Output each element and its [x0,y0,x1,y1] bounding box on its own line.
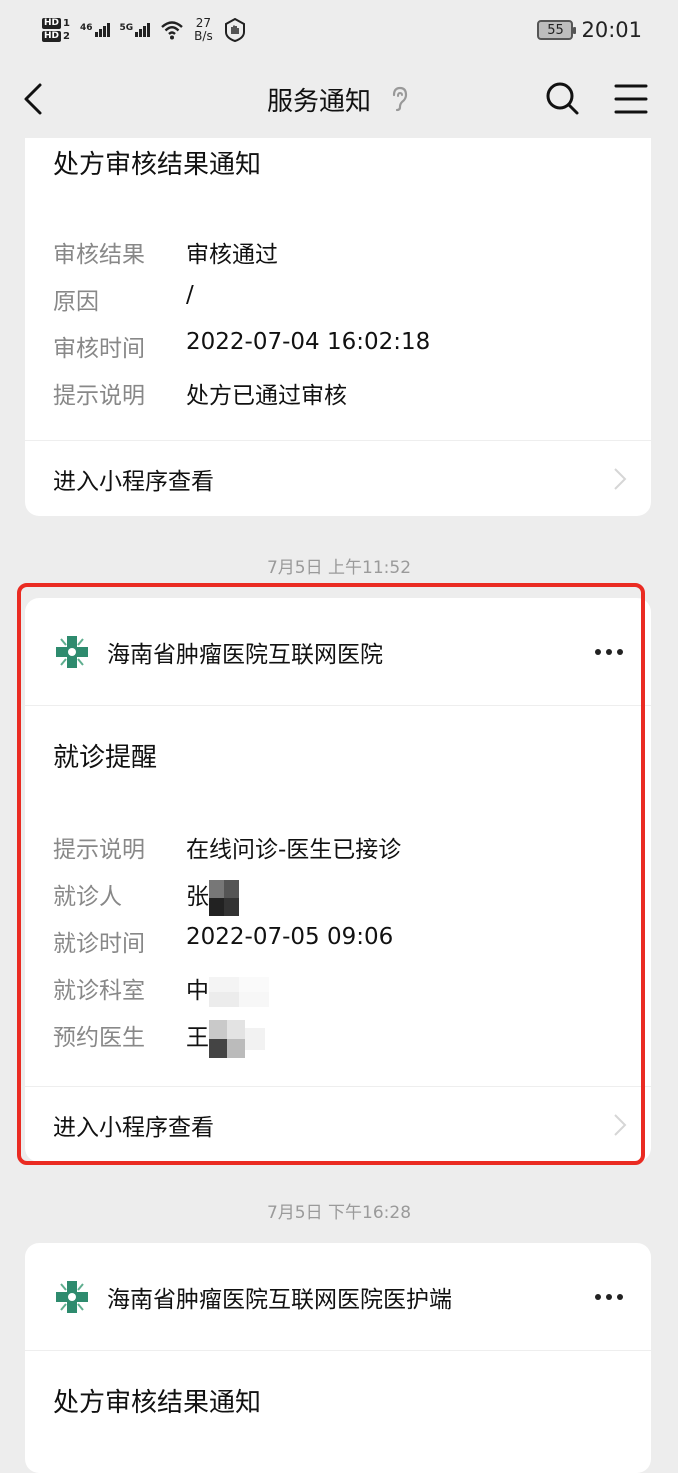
status-left: HD 1 HD 2 46 5G 27 B/s [42,17,247,43]
row-value: 在线问诊-医生已接诊 [186,837,402,863]
detail-row: 提示说明 在线问诊-医生已接诊 [53,830,401,864]
more-options-icon[interactable] [595,648,623,655]
card-title: 处方审核结果通知 [53,150,262,180]
battery-icon: 55 [537,20,577,40]
hd-1-icon: HD 1 [42,18,70,29]
chevron-right-icon [614,1113,627,1136]
row-label: 就诊人 [53,884,122,910]
menu-icon[interactable] [614,82,648,116]
ear-icon[interactable] [389,85,411,113]
row-label: 提示说明 [53,383,145,409]
card-header: 海南省肿瘤医院互联网医院医护端 [25,1243,651,1351]
speed-unit: B/s [194,29,213,43]
notification-card-prescription[interactable]: 处方审核结果通知 审核结果 审核通过 原因 / 审核时间 2022-07-04 … [25,138,651,516]
row-value: 王 [186,1025,209,1051]
row-value: 中 [186,978,209,1004]
chevron-right-icon [614,467,627,490]
detail-row: 就诊时间 2022-07-05 09:06 [53,924,393,958]
nav-title-group: 服务通知 [267,81,411,118]
page-title: 服务通知 [266,86,371,117]
row-value: 张 [186,884,209,910]
account-name: 海南省肿瘤医院互联网医院医护端 [107,1286,452,1313]
clock: 20:01 [581,18,642,42]
open-miniprogram-link[interactable]: 进入小程序查看 [25,440,651,516]
row-value-redacted: 张 [186,877,239,916]
privacy-mosaic-icon [209,879,239,916]
card-header: 海南省肿瘤医院互联网医院 [25,598,651,706]
hd-indicators: HD 1 HD 2 [42,18,70,42]
hd-2-icon: HD 2 [42,31,70,42]
network-gen-1: 46 [79,23,93,33]
status-bar: HD 1 HD 2 46 5G 27 B/s 55 20:01 [0,0,678,60]
detail-row: 审核时间 2022-07-04 16:02:18 [53,329,430,363]
search-icon[interactable] [544,80,580,116]
nav-bar: 服务通知 [0,60,678,138]
network-speed: 27 B/s [194,17,213,43]
row-value: 2022-07-05 09:06 [186,924,394,950]
row-value: 审核通过 [186,242,278,268]
row-value: / [186,282,194,308]
back-arrow-icon[interactable] [20,82,50,116]
row-value: 处方已通过审核 [186,383,347,409]
row-label: 预约医生 [53,1025,145,1051]
message-timestamp: 7月5日 上午11:52 [266,558,412,578]
notification-card-prescription-staff[interactable]: 海南省肿瘤医院互联网医院医护端 处方审核结果通知 [25,1243,651,1473]
footer-label: 进入小程序查看 [53,468,214,495]
more-options-icon[interactable] [595,1293,623,1300]
card-title: 处方审核结果通知 [53,1388,262,1418]
notification-card-visit-reminder[interactable]: 海南省肿瘤医院互联网医院 就诊提醒 提示说明 在线问诊-医生已接诊 就诊人 张 … [25,598,651,1162]
privacy-mosaic-icon [209,1019,265,1058]
signal-1-icon: 46 [80,23,110,37]
detail-row: 就诊人 张 [53,877,239,916]
detail-row: 就诊科室 中 [53,971,269,1007]
row-label: 就诊时间 [53,931,145,957]
row-value: 2022-07-04 16:02:18 [186,329,431,355]
hospital-logo-icon [56,1280,88,1313]
detail-row: 原因 / [53,282,194,316]
detail-row: 提示说明 处方已通过审核 [53,376,347,410]
network-gen-2: 5G [119,23,134,33]
row-label: 原因 [53,289,99,315]
battery-level: 55 [547,22,564,38]
hospital-logo-icon [56,635,88,668]
detail-row: 预约医生 王 [53,1018,265,1058]
card-title: 就诊提醒 [53,743,158,773]
privacy-mosaic-icon [209,976,269,1007]
footer-label: 进入小程序查看 [53,1114,214,1141]
row-value-redacted: 王 [186,1018,265,1058]
hand-shield-icon [224,18,245,42]
row-value-redacted: 中 [186,971,269,1007]
row-label: 就诊科室 [53,978,145,1004]
account-name: 海南省肿瘤医院互联网医院 [107,641,383,668]
status-right: 55 20:01 [537,18,642,42]
row-label: 审核时间 [53,336,145,362]
wifi-icon [161,21,183,40]
signal-2-icon: 5G [120,23,151,37]
open-miniprogram-link[interactable]: 进入小程序查看 [25,1086,651,1162]
message-timestamp: 7月5日 下午16:28 [266,1203,412,1223]
detail-row: 审核结果 审核通过 [53,235,278,269]
row-label: 提示说明 [53,837,145,863]
row-label: 审核结果 [53,242,145,268]
